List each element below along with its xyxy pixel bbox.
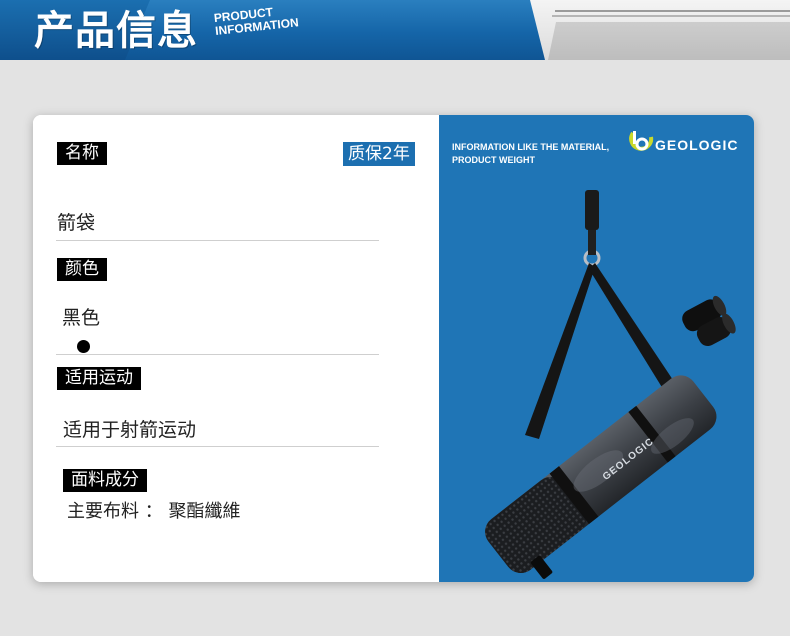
divider: [56, 240, 379, 241]
product-info-card: 名称 质保2年 箭袋 颜色 黑色 适用运动 适用于射箭运动 面料成分 主要布料 …: [33, 115, 754, 582]
brand-logo: GEOLOGIC: [629, 131, 738, 153]
warranty-badge: 质保2年: [343, 142, 415, 166]
header-stripe: [555, 10, 790, 12]
fabric-value: 主要布料 ： 聚酯纖維: [67, 501, 241, 522]
info-line1: INFORMATION LIKE THE MATERIAL,: [452, 142, 610, 152]
belt-clip: [585, 190, 599, 230]
brand-name: GEOLOGIC: [655, 137, 738, 153]
quiver-image: GEOLOGIC: [485, 190, 736, 579]
fabric-label: 面料成分: [63, 469, 147, 492]
divider: [56, 446, 379, 447]
color-label: 颜色: [57, 258, 107, 281]
header-gray-slab: [548, 22, 790, 60]
name-value: 箭袋: [57, 212, 96, 234]
spec-panel: 名称 质保2年 箭袋 颜色 黑色 适用运动 适用于射箭运动 面料成分 主要布料 …: [33, 115, 439, 582]
strap-right: [589, 263, 675, 389]
page-title: 产品信息: [34, 8, 198, 54]
strap-left: [525, 263, 595, 439]
divider: [56, 354, 379, 355]
info-note: INFORMATION LIKE THE MATERIAL, PRODUCT W…: [452, 141, 609, 167]
geologic-logo-icon: [629, 131, 654, 151]
sport-value: 适用于射箭运动: [63, 419, 197, 441]
name-label: 名称: [57, 142, 107, 165]
header-stripe: [552, 15, 790, 17]
product-image-panel: INFORMATION LIKE THE MATERIAL, PRODUCT W…: [439, 115, 754, 582]
sport-label: 适用运动: [57, 367, 141, 390]
arrow-tubes: [682, 295, 736, 347]
color-swatch: [77, 340, 90, 353]
quiver-body: GEOLOGIC: [485, 375, 717, 579]
info-line2: PRODUCT WEIGHT: [452, 155, 535, 165]
color-value: 黑色: [62, 307, 101, 329]
